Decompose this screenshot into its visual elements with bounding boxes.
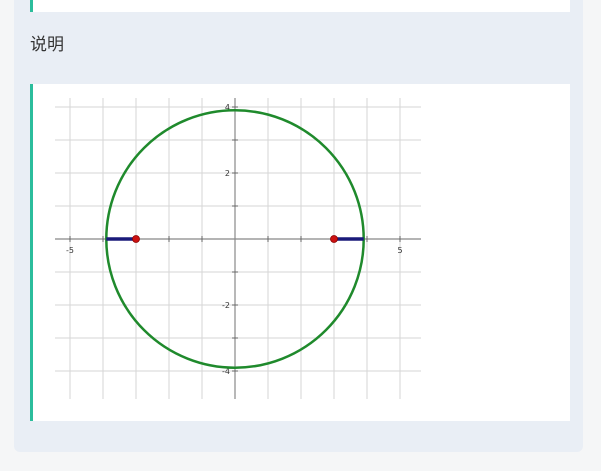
y-tick-label: 2 — [225, 169, 230, 178]
previous-card — [30, 0, 570, 12]
y-tick-label: -2 — [222, 301, 230, 310]
point-marker — [132, 235, 140, 243]
section-heading: 说明 — [30, 35, 64, 54]
point-marker — [330, 235, 338, 243]
figure-card: -5 5 4 2 -2 -4 — [30, 84, 570, 421]
content-panel: 说明 -5 5 4 2 -2 -4 — [14, 0, 583, 452]
x-tick-label: 5 — [397, 246, 402, 255]
function-graph: -5 542-2-4 — [55, 98, 421, 399]
x-tick-label: -5 — [66, 246, 74, 255]
